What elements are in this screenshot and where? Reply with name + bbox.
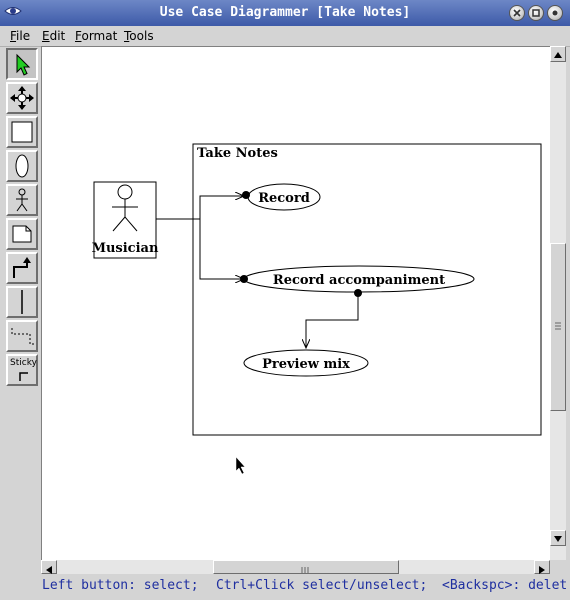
menu-tools[interactable]: Tools [124,26,154,46]
select-tool-button[interactable] [6,48,38,80]
rectangle-icon [11,121,33,143]
connector-tool-button[interactable] [6,252,38,284]
arrow-up-icon [554,52,562,58]
diagram-canvas[interactable]: Take Notes Musician Record Record accomp… [41,46,551,561]
note-icon [12,225,32,243]
horizontal-scrollbar[interactable] [41,560,550,574]
actor-tool-button[interactable] [6,184,38,216]
vertical-scroll-thumb[interactable] [550,243,566,411]
move-arrows-icon [10,86,34,110]
connection-point[interactable] [242,191,250,199]
connection-point[interactable] [240,275,248,283]
status-hint-select: Left button: select; [42,578,199,593]
scroll-corner [550,560,566,574]
arrow-pointer-icon [16,53,31,76]
grip-icon [555,322,561,330]
arrow-down-icon [554,536,562,542]
dot-icon [552,10,558,16]
menu-edit[interactable]: Edit [42,26,65,46]
close-button[interactable] [547,5,563,21]
ellipse-icon [15,154,29,178]
stick-figure-icon [16,188,28,212]
include-relation[interactable] [306,294,359,348]
square-icon [532,9,540,17]
use-case-record-accompaniment-label: Record accompaniment [273,273,445,288]
diagram-svg: Take Notes Musician Record Record accomp… [92,143,542,475]
connection-point[interactable] [354,289,362,297]
menu-file[interactable]: File [10,26,30,46]
mouse-cursor-icon [235,456,246,475]
tool-palette: Sticky [4,46,41,560]
scroll-left-button[interactable] [41,560,57,574]
sticky-tool-button[interactable]: Sticky [6,354,38,386]
minimize-button[interactable] [509,5,525,21]
dotted-step-icon [11,328,34,345]
window-title: Use Case Diagrammer [Take Notes] [159,5,411,20]
association-record-accompaniment[interactable] [199,219,244,279]
menu-bar: File Edit Format Tools [0,26,570,47]
use-case-record-label: Record [258,191,310,206]
move-tool-button[interactable] [6,82,38,114]
vertical-line-icon [21,290,23,314]
actor-name: Musician [92,241,159,256]
vertical-scrollbar[interactable] [550,46,566,560]
close-x-icon [513,9,521,17]
horizontal-scroll-thumb[interactable] [213,560,399,574]
title-bar[interactable]: Use Case Diagrammer [Take Notes] [0,0,570,26]
scroll-up-button[interactable] [550,46,566,62]
status-hint-backspace: <Backspc>: delet [442,578,568,593]
use-case-tool-button[interactable] [6,150,38,182]
use-case-preview-mix-label: Preview mix [262,357,350,372]
association-record[interactable] [156,196,244,220]
sticky-corner-icon [19,372,28,381]
status-hint-ctrl-click: Ctrl+Click select/unselect; [216,578,428,593]
note-tool-button[interactable] [6,218,38,250]
scroll-right-button[interactable] [534,560,550,574]
maximize-button[interactable] [528,5,544,21]
system-label: Take Notes [197,146,278,161]
step-arrow-icon [13,257,31,278]
line-tool-button[interactable] [6,286,38,318]
dotted-connector-tool-button[interactable] [6,320,38,352]
box-tool-button[interactable] [6,116,38,148]
status-bar: Left button: select; Ctrl+Click select/u… [0,574,570,600]
scroll-down-button[interactable] [550,530,566,546]
menu-format[interactable]: Format [75,26,117,46]
